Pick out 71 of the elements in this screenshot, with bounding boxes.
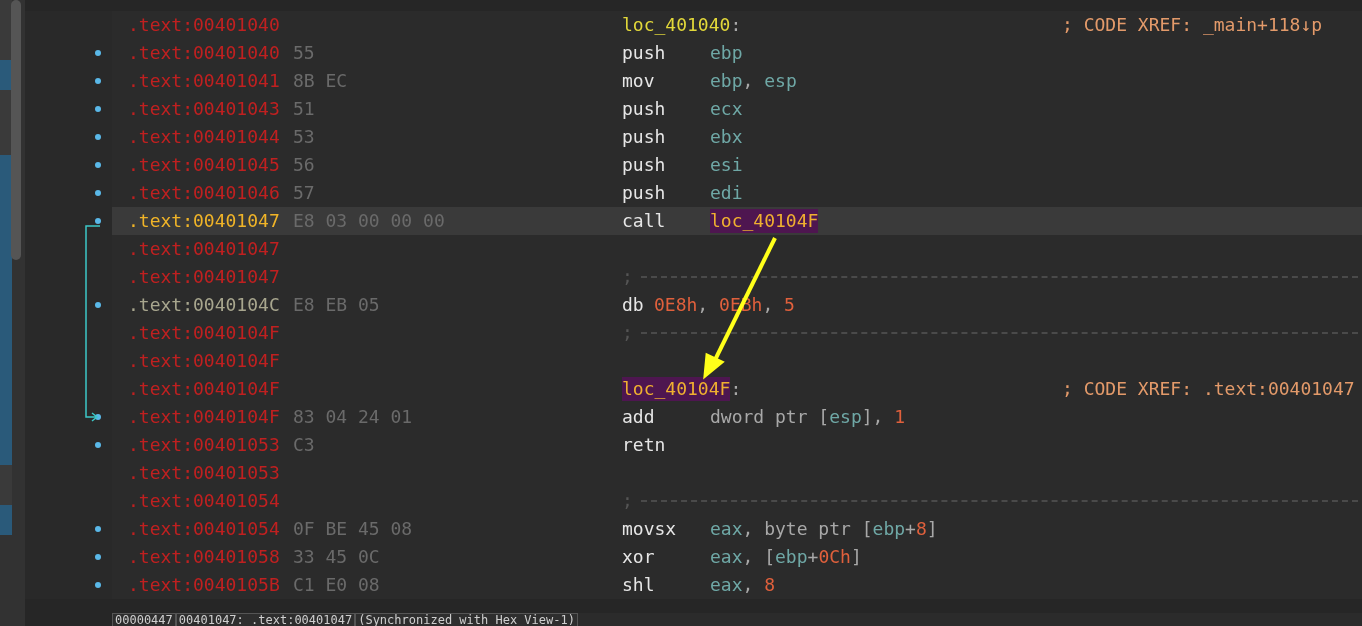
address-text: .text:0040104F bbox=[128, 405, 281, 429]
address-text: .text:00401053 bbox=[128, 461, 281, 485]
address-text: .text:0040105B bbox=[128, 573, 281, 597]
operand-text: esi bbox=[710, 153, 743, 177]
address-text: .text:0040104F bbox=[128, 377, 281, 401]
scrollbar-thumb[interactable] bbox=[11, 0, 21, 260]
address-text: .text:00401045 bbox=[128, 153, 281, 177]
xref-comment: ; CODE XREF: .text:00401047 bbox=[1062, 377, 1356, 401]
opcode-bytes: C3 bbox=[293, 433, 316, 457]
operand-text: eax, 8 bbox=[710, 573, 776, 597]
label-name: loc_401040 bbox=[622, 13, 731, 37]
address-text: .text:00401047 bbox=[128, 265, 281, 289]
mnemonic-text: movsx bbox=[622, 517, 678, 541]
mnemonic-text: push bbox=[622, 153, 667, 177]
opcode-bytes: 33 45 0C bbox=[293, 545, 381, 569]
mnemonic-text: add bbox=[622, 405, 656, 429]
mnemonic-text: push bbox=[622, 181, 667, 205]
xref-comment: ; CODE XREF: _main+118↓p bbox=[1062, 13, 1324, 37]
operand-text: eax, [ebp+0Ch] bbox=[710, 545, 862, 569]
comment-mark: ; bbox=[622, 489, 633, 513]
status-field: 00000447 bbox=[112, 613, 176, 626]
opcode-bytes: 55 bbox=[293, 41, 316, 65]
operand-text: ebp, esp bbox=[710, 69, 797, 93]
opcode-bytes: 57 bbox=[293, 181, 316, 205]
mnemonic-text: push bbox=[622, 41, 667, 65]
address-text: .text:00401047 bbox=[128, 237, 281, 261]
operand-text: ebx bbox=[710, 125, 743, 149]
address-text: .text:00401054 bbox=[128, 489, 281, 513]
comment-mark: ; bbox=[622, 265, 633, 289]
address-text: .text:0040104F bbox=[128, 321, 281, 345]
operand-text: ebp bbox=[710, 41, 743, 65]
address-text: .text:00401046 bbox=[128, 181, 281, 205]
operand-text: eax, byte ptr [ebp+8] bbox=[710, 517, 938, 541]
address-text: .text:00401041 bbox=[128, 69, 281, 93]
operand-text: loc_40104F bbox=[710, 209, 819, 233]
address-text: .text:00401054 bbox=[128, 517, 281, 541]
address-text: .text:00401047 bbox=[128, 209, 281, 233]
mnemonic-text: push bbox=[622, 125, 667, 149]
mnemonic-text: push bbox=[622, 97, 667, 121]
address-text: .text:00401058 bbox=[128, 545, 281, 569]
address-text: .text:00401043 bbox=[128, 97, 281, 121]
opcode-bytes: 83 04 24 01 bbox=[293, 405, 414, 429]
address-text: .text:00401044 bbox=[128, 125, 281, 149]
mnemonic-text: retn bbox=[622, 433, 667, 457]
status-field: 00401047: .text:00401047 bbox=[175, 613, 356, 626]
status-field: (Synchronized with Hex View-1) bbox=[355, 613, 578, 626]
label-colon: : bbox=[730, 13, 742, 37]
opcode-bytes: 53 bbox=[293, 125, 316, 149]
address-text: .text:00401053 bbox=[128, 433, 281, 457]
opcode-bytes: E8 EB 05 bbox=[293, 293, 381, 317]
address-text: .text:0040104F bbox=[128, 349, 281, 373]
mnemonic-text: mov bbox=[622, 69, 656, 93]
operand-text: dword ptr [esp], 1 bbox=[710, 405, 906, 429]
label-colon: : bbox=[730, 377, 742, 401]
comment-mark: ; bbox=[622, 321, 633, 345]
address-text: .text:00401040 bbox=[128, 41, 281, 65]
opcode-bytes: C1 E0 08 bbox=[293, 573, 381, 597]
pane-segment bbox=[0, 505, 12, 535]
opcode-bytes: 56 bbox=[293, 153, 316, 177]
mnemonic-text: shl bbox=[622, 573, 656, 597]
opcode-bytes: 0F BE 45 08 bbox=[293, 517, 414, 541]
address-text: .text:0040104C bbox=[128, 293, 281, 317]
opcode-bytes: 51 bbox=[293, 97, 316, 121]
address-text: .text:00401040 bbox=[128, 13, 281, 37]
operand-text: ecx bbox=[710, 97, 743, 121]
mnemonic-text: call bbox=[622, 209, 667, 233]
operand-text: edi bbox=[710, 181, 743, 205]
mnemonic-text: db bbox=[622, 293, 645, 317]
mnemonic-text: xor bbox=[622, 545, 656, 569]
label-name: loc_40104F bbox=[622, 377, 731, 401]
opcode-bytes: 8B EC bbox=[293, 69, 349, 93]
